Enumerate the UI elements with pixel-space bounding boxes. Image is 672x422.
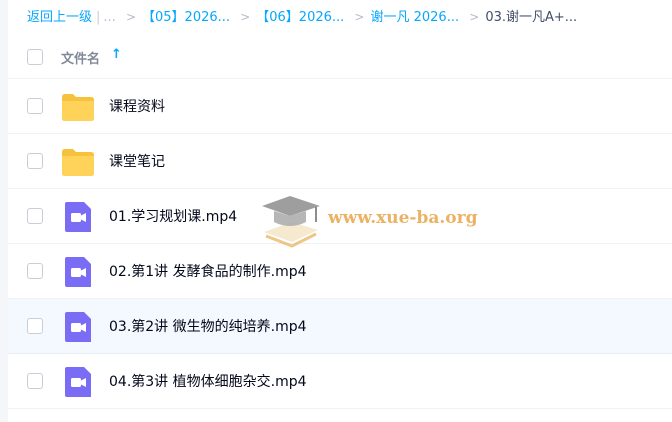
graduation-cap-icon [262, 196, 320, 248]
sort-arrow-up-icon[interactable]: ↑ [111, 47, 122, 62]
file-name[interactable]: 课程资料 [109, 96, 165, 116]
breadcrumb-item-teacher[interactable]: 谢一凡 2026... [370, 10, 459, 25]
row-checkbox[interactable] [27, 373, 43, 389]
video-icon [65, 202, 91, 232]
file-row[interactable]: 04.第3讲 植物体细胞杂交.mp4 [8, 354, 672, 409]
row-checkbox[interactable] [27, 263, 43, 279]
breadcrumb: 返回上一级 |... > 【05】2026... > 【06】2026... > 谢一凡… [27, 8, 577, 26]
breadcrumb-ellipsis[interactable]: ... [103, 10, 115, 25]
select-all-checkbox[interactable] [27, 49, 43, 65]
file-row[interactable]: 课堂笔记 [8, 134, 672, 189]
file-name[interactable]: 01.学习规划课.mp4 [109, 206, 237, 226]
chevron-right-icon: > [240, 10, 251, 24]
breadcrumb-divider: | [96, 10, 101, 25]
left-panel-edge [0, 0, 8, 422]
breadcrumb-item-06[interactable]: 【06】2026... [256, 10, 344, 25]
file-name[interactable]: 04.第3讲 植物体细胞杂交.mp4 [109, 371, 307, 391]
row-checkbox[interactable] [27, 153, 43, 169]
breadcrumb-item-05[interactable]: 【05】2026... [142, 10, 230, 25]
file-row[interactable]: 03.第2讲 微生物的纯培养.mp4 [8, 299, 672, 354]
breadcrumb-current: 03.谢一凡A+... [485, 10, 578, 25]
video-icon [65, 312, 91, 342]
file-name[interactable]: 03.第2讲 微生物的纯培养.mp4 [109, 316, 307, 336]
row-checkbox[interactable] [27, 208, 43, 224]
column-title-filename[interactable]: 文件名 [61, 48, 100, 67]
folder-icon [62, 149, 94, 176]
chevron-right-icon: > [469, 10, 480, 24]
back-link[interactable]: 返回上一级 [27, 10, 92, 25]
folder-icon [62, 94, 94, 121]
file-name[interactable]: 课堂笔记 [109, 151, 165, 171]
watermark: www.xue-ba.org [258, 192, 488, 254]
row-checkbox[interactable] [27, 98, 43, 114]
chevron-right-icon: > [125, 10, 137, 24]
file-row[interactable]: 课程资料 [8, 79, 672, 134]
file-list-header: 文件名 ↑ [8, 38, 672, 79]
file-name[interactable]: 02.第1讲 发酵食品的制作.mp4 [109, 261, 307, 281]
chevron-right-icon: > [354, 10, 365, 24]
video-icon [65, 257, 91, 287]
video-icon [65, 367, 91, 397]
row-checkbox[interactable] [27, 318, 43, 334]
watermark-text: www.xue-ba.org [328, 208, 478, 228]
